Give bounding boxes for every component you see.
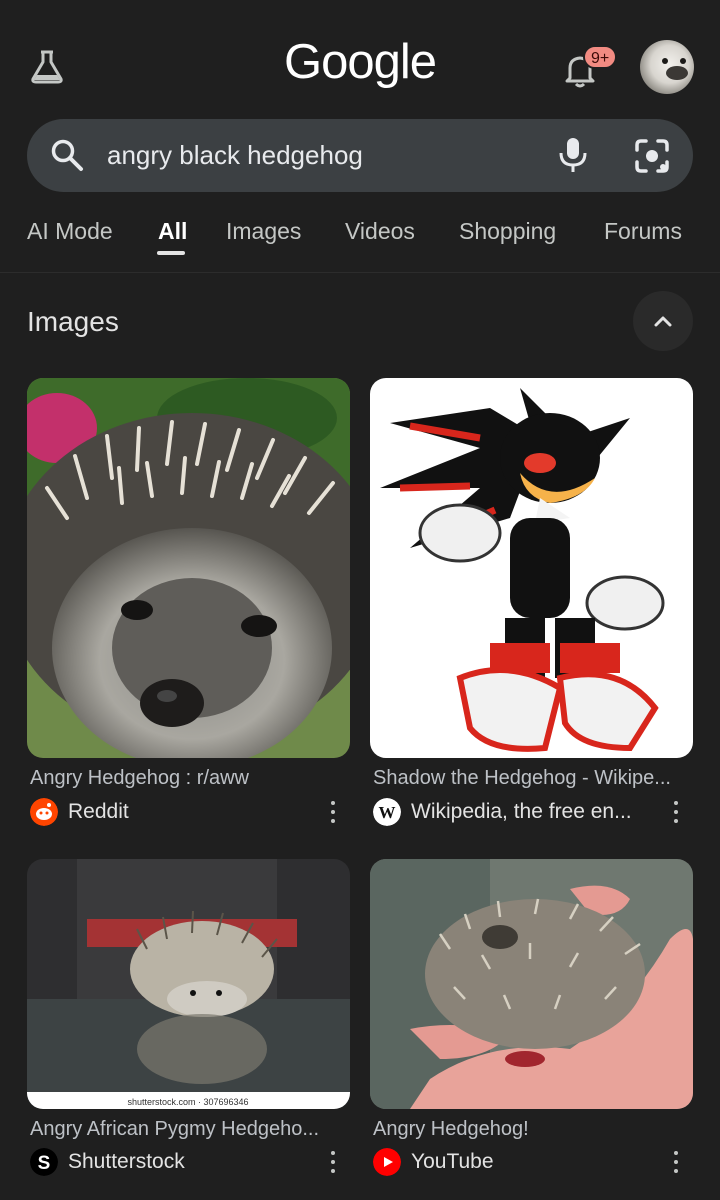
result-source[interactable]: YouTube [373,1148,663,1178]
tab-ai-mode[interactable]: AI Mode [27,216,113,246]
result-source[interactable]: Reddit [30,798,330,828]
avatar-snout [666,66,688,80]
mic-icon[interactable] [555,136,591,174]
shadow-illustration [370,378,693,758]
notification-badge: 9+ [583,45,618,69]
tab-forums[interactable]: Forums [604,216,682,246]
tab-all[interactable]: All [158,216,187,246]
result-title[interactable]: Angry African Pygmy Hedgeho... [30,1116,319,1142]
result-source[interactable]: W Wikipedia, the free en... [373,798,663,828]
tab-videos[interactable]: Videos [345,216,415,246]
search-icon[interactable] [50,138,84,172]
result-source[interactable]: S Shutterstock [30,1148,320,1178]
more-options-icon[interactable] [670,1150,682,1176]
source-name: Reddit [68,800,129,823]
hedgehog-hand-photo [370,859,693,1109]
result-title[interactable]: Angry Hedgehog! [373,1116,529,1142]
result-image-hedgehog-hand[interactable] [370,859,693,1109]
tab-images[interactable]: Images [226,216,301,246]
result-image-shadow[interactable] [370,378,693,758]
svg-text:W: W [379,803,396,822]
source-name: Wikipedia, the free en... [411,800,632,823]
watermark-text: shutterstock.com · 307696346 [127,1097,248,1107]
active-tab-indicator [157,251,185,255]
more-options-icon[interactable] [670,800,682,826]
source-name: Shutterstock [68,1150,185,1173]
camera-lens-icon[interactable] [633,137,671,175]
result-image-pygmy-hedgehog[interactable]: shutterstock.com · 307696346 [27,859,350,1109]
avatar-eye [662,58,668,64]
avatar[interactable] [640,40,694,94]
youtube-icon [373,1148,401,1176]
svg-text:S: S [38,1153,51,1174]
search-input[interactable]: angry black hedgehog [107,136,363,174]
result-title[interactable]: Shadow the Hedgehog - Wikipe... [373,765,671,791]
images-section-title: Images [27,306,119,337]
hedgehog-reflection-photo: shutterstock.com · 307696346 [27,859,350,1109]
reddit-icon [30,798,58,826]
header-divider [0,272,720,273]
tab-shopping[interactable]: Shopping [459,216,556,246]
more-options-icon[interactable] [327,1150,339,1176]
shutterstock-icon: S [30,1148,58,1176]
chevron-up-icon [654,316,672,327]
avatar-eye [680,58,686,64]
collapse-button[interactable] [633,291,693,351]
more-options-icon[interactable] [327,800,339,826]
result-title[interactable]: Angry Hedgehog : r/aww [30,765,249,791]
top-bar: Google 9+ [0,0,720,120]
hedgehog-photo [27,378,350,758]
result-image-reddit-hedgehog[interactable] [27,378,350,758]
search-tabs: AI Mode All Images Videos Shopping Forum… [0,200,720,270]
source-name: YouTube [411,1150,494,1173]
wikipedia-icon: W [373,798,401,826]
